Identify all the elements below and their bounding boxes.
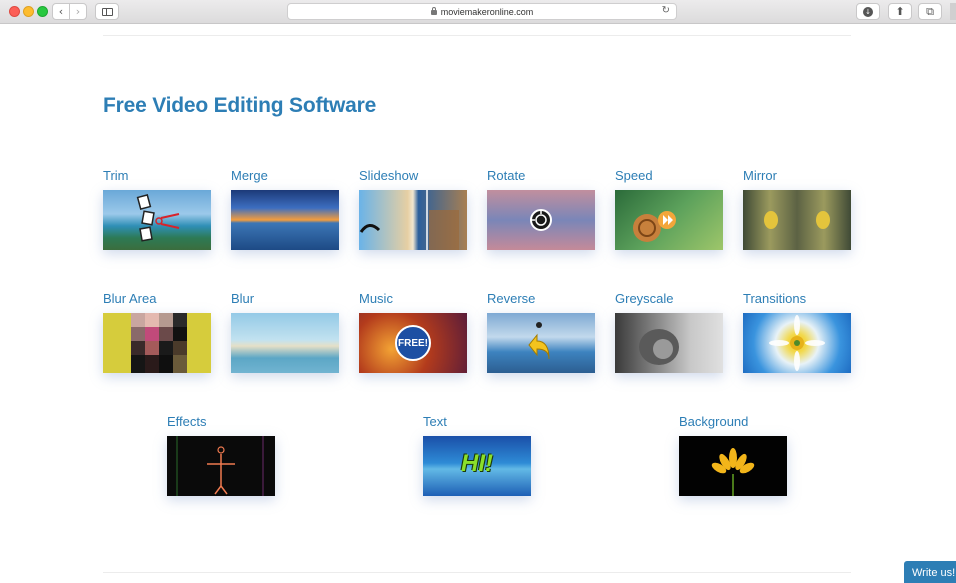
film-strip-icon — [136, 193, 180, 242]
tool-effects[interactable]: Effects — [167, 414, 277, 496]
lion-icon — [639, 329, 679, 365]
tool-label[interactable]: Mirror — [743, 168, 853, 186]
effects-thumbnail[interactable] — [167, 436, 275, 496]
share-button[interactable]: ⬆ — [888, 3, 912, 20]
top-divider — [103, 35, 851, 36]
snail-fast-forward-icon — [633, 211, 676, 242]
background-thumbnail[interactable] — [679, 436, 787, 496]
tool-trim[interactable]: Trim — [103, 168, 213, 250]
free-badge: FREE! — [395, 325, 431, 361]
lock-icon — [430, 7, 437, 15]
tool-background[interactable]: Background — [679, 414, 789, 496]
tool-transitions[interactable]: Transitions — [743, 291, 853, 373]
bottom-divider — [103, 572, 851, 573]
music-thumbnail[interactable]: FREE! — [359, 313, 467, 373]
share-icon: ⬆ — [895, 5, 905, 18]
tool-music[interactable]: Music FREE! — [359, 291, 469, 373]
write-us-button[interactable]: Write us! — [904, 561, 956, 583]
reverse-thumbnail[interactable] — [487, 313, 595, 373]
speed-thumbnail[interactable] — [615, 190, 723, 250]
tool-label[interactable]: Background — [679, 414, 789, 432]
new-tab-button[interactable] — [950, 3, 956, 20]
greyscale-thumbnail[interactable] — [615, 313, 723, 373]
tool-label[interactable]: Blur — [231, 291, 341, 309]
pixelate-icon — [131, 313, 187, 373]
tool-blur[interactable]: Blur — [231, 291, 341, 373]
tool-blur-area[interactable]: Blur Area — [103, 291, 213, 373]
download-icon: ↓ — [863, 6, 873, 17]
mirror-thumbnail[interactable] — [743, 190, 851, 250]
beach-scene-icon — [359, 190, 459, 250]
rotate-icon — [530, 209, 552, 231]
chevron-left-icon: ‹ — [58, 5, 64, 18]
flower-icon — [769, 315, 825, 371]
blur-thumbnail[interactable] — [231, 313, 339, 373]
tool-label[interactable]: Reverse — [487, 291, 597, 309]
tool-label[interactable]: Effects — [167, 414, 277, 432]
browser-toolbar: ‹ › moviemakeronline.com ↻ ↓ ⬆ ⧉ — [0, 0, 956, 24]
tool-label[interactable]: Slideshow — [359, 168, 469, 186]
address-bar[interactable]: moviemakeronline.com ↻ — [287, 3, 677, 20]
sidebar-icon — [101, 7, 113, 16]
minimize-window-button[interactable] — [23, 6, 34, 17]
tool-label[interactable]: Speed — [615, 168, 725, 186]
tabs-icon: ⧉ — [926, 4, 934, 18]
tool-label[interactable]: Blur Area — [103, 291, 213, 309]
tool-text[interactable]: Text HI! — [423, 414, 533, 496]
merge-thumbnail[interactable] — [231, 190, 339, 250]
page-title: Free Video Editing Software — [103, 94, 377, 117]
slideshow-thumbnail[interactable] — [359, 190, 467, 250]
silhouette-glow-icon — [176, 436, 264, 496]
chevron-right-icon: › — [75, 5, 81, 18]
forward-button[interactable]: › — [69, 3, 87, 20]
tool-label[interactable]: Transitions — [743, 291, 853, 309]
tool-slideshow[interactable]: Slideshow — [359, 168, 469, 250]
tool-merge[interactable]: Merge — [231, 168, 341, 250]
text-thumbnail[interactable]: HI! — [423, 436, 531, 496]
tool-reverse[interactable]: Reverse — [487, 291, 597, 373]
address-bar-url: moviemakeronline.com — [440, 6, 534, 17]
downloads-button[interactable]: ↓ — [856, 3, 880, 20]
tab-overview-button[interactable]: ⧉ — [918, 3, 942, 20]
tool-label[interactable]: Rotate — [487, 168, 597, 186]
sidebar-toggle-button[interactable] — [95, 3, 119, 20]
tool-label[interactable]: Trim — [103, 168, 213, 186]
tool-speed[interactable]: Speed — [615, 168, 725, 250]
rotate-thumbnail[interactable] — [487, 190, 595, 250]
tool-label[interactable]: Merge — [231, 168, 341, 186]
blur-area-thumbnail[interactable] — [103, 313, 211, 373]
reload-icon[interactable]: ↻ — [662, 5, 670, 16]
transitions-thumbnail[interactable] — [743, 313, 851, 373]
reverse-arrow-icon — [528, 322, 550, 360]
close-window-button[interactable] — [9, 6, 20, 17]
tool-label[interactable]: Text — [423, 414, 533, 432]
zoom-window-button[interactable] — [37, 6, 48, 17]
tool-rotate[interactable]: Rotate — [487, 168, 597, 250]
yellow-flower-icon — [711, 448, 755, 496]
tool-label[interactable]: Music — [359, 291, 469, 309]
back-button[interactable]: ‹ — [52, 3, 70, 20]
tool-mirror[interactable]: Mirror — [743, 168, 853, 250]
hi-badge: HI! — [461, 450, 493, 477]
tool-label[interactable]: Greyscale — [615, 291, 725, 309]
trim-thumbnail[interactable] — [103, 190, 211, 250]
tool-greyscale[interactable]: Greyscale — [615, 291, 725, 373]
mirrored-birds-icon — [764, 211, 830, 229]
